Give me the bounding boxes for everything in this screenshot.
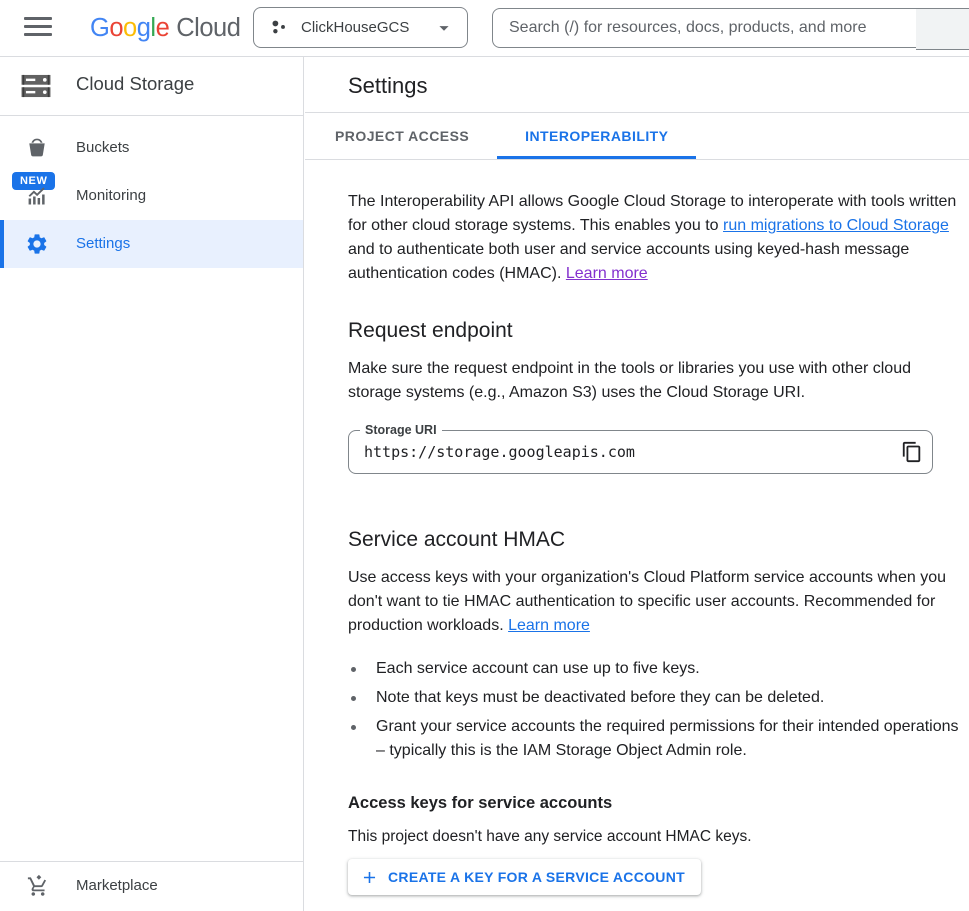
tab-bar: PROJECT ACCESS INTEROPERABILITY [305,113,969,160]
search-bar [492,8,917,48]
sidebar-footer-divider [0,861,303,862]
copy-icon [901,441,923,463]
sidebar-item-label: Settings [76,220,130,268]
marketplace-cart-icon [26,874,50,898]
bucket-icon [25,136,49,160]
intro-paragraph: The Interoperability API allows Google C… [348,190,963,286]
chevron-down-icon [433,17,455,39]
google-cloud-logo[interactable]: GoogleCloud [90,11,240,45]
tab-project-access[interactable]: PROJECT ACCESS [307,113,497,159]
plus-icon [360,868,379,887]
hamburger-menu-button[interactable] [24,17,52,39]
monitoring-icon [25,184,49,208]
create-key-label: CREATE A KEY FOR A SERVICE ACCOUNT [388,869,685,885]
run-migrations-link[interactable]: run migrations to Cloud Storage [723,217,949,234]
topbar: GoogleCloud ClickHouseGCS [0,0,969,57]
hmac-bullet-list: Each service account can use up to five … [348,657,963,768]
intro-learn-more-link[interactable]: Learn more [566,265,648,282]
sidebar-item-label: Buckets [76,124,129,172]
storage-uri-input[interactable] [349,431,880,473]
logo-cloud-text: Cloud [176,14,240,42]
project-dots-icon [269,17,290,38]
product-header: Cloud Storage [0,57,303,116]
selected-indicator [0,220,4,268]
bullet-item: Note that keys must be deactivated befor… [348,686,963,710]
sidebar-item-label: Monitoring [76,172,146,220]
storage-uri-field: Storage URI [348,430,933,474]
tab-interoperability[interactable]: INTEROPERABILITY [497,113,696,159]
sidebar-item-monitoring[interactable]: MonitoringNEW [0,172,303,220]
hmac-heading: Service account HMAC [348,527,963,553]
page-title: Settings [348,72,428,100]
sidebar: Cloud Storage Buckets MonitoringNEW [0,57,304,911]
request-endpoint-heading: Request endpoint [348,318,963,344]
hamburger-icon [24,17,52,20]
search-actions-area[interactable] [916,8,969,50]
empty-state-text: This project doesn't have any service ac… [348,825,963,849]
search-input[interactable] [493,9,916,47]
gcp-console-window: GoogleCloud ClickHouseGCS [0,0,969,911]
hmac-body: Use access keys with your organization's… [348,566,963,638]
sidebar-item-buckets[interactable]: Buckets [0,124,303,172]
hmac-learn-more-link[interactable]: Learn more [508,617,590,634]
main-content: Settings PROJECT ACCESS INTEROPERABILITY… [305,57,969,911]
copy-button[interactable] [900,441,924,465]
sidebar-item-settings[interactable]: Settings [0,220,303,268]
product-title: Cloud Storage [76,73,194,95]
create-key-button[interactable]: CREATE A KEY FOR A SERVICE ACCOUNT [348,859,701,895]
request-endpoint-body: Make sure the request endpoint in the to… [348,357,963,405]
bullet-item: Grant your service accounts the required… [348,715,963,763]
bullet-item: Each service account can use up to five … [348,657,963,681]
access-keys-heading: Access keys for service accounts [348,792,963,814]
project-name: ClickHouseGCS [301,19,433,36]
cloud-storage-icon [19,69,53,103]
gear-icon [25,232,49,256]
sidebar-item-marketplace[interactable]: Marketplace [0,863,303,911]
sidebar-item-label: Marketplace [76,863,158,909]
project-selector[interactable]: ClickHouseGCS [253,7,468,48]
